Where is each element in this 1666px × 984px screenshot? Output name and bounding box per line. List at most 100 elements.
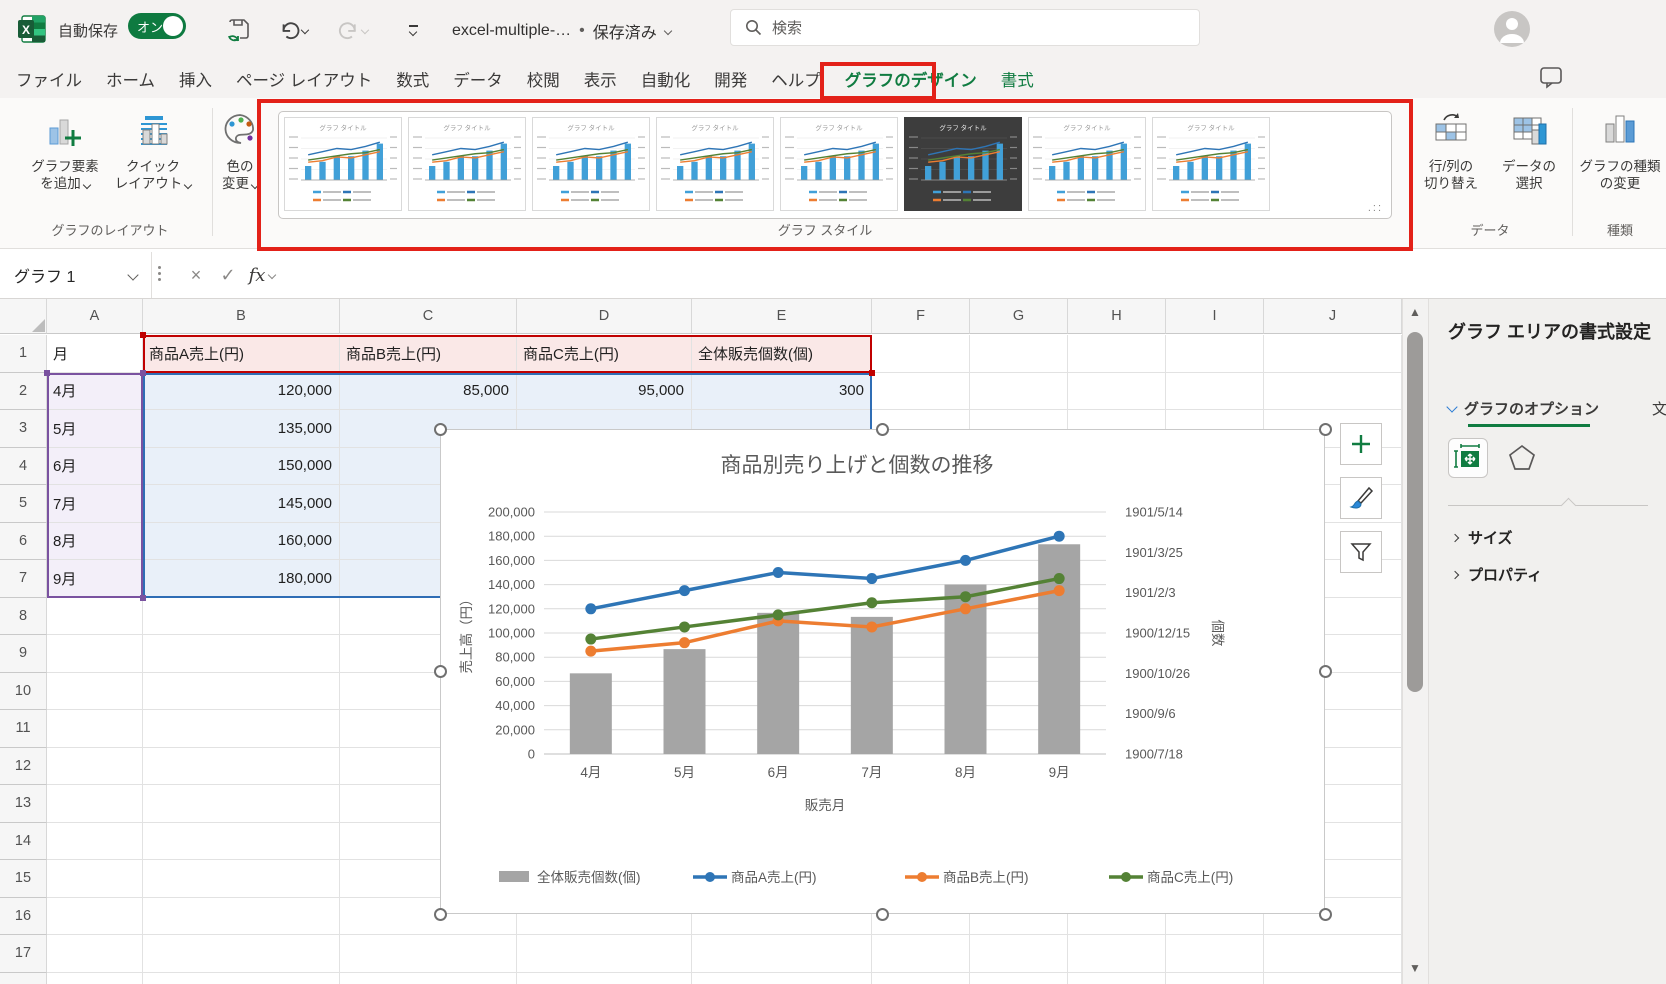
cell-F17[interactable] xyxy=(872,935,970,973)
tab-ribbon-3[interactable]: ページ レイアウト xyxy=(236,67,372,91)
gallery-more-handle[interactable]: .:: xyxy=(1368,202,1383,214)
cell-J2[interactable] xyxy=(1264,373,1402,411)
chart-styles-button[interactable] xyxy=(1340,477,1382,519)
column-header-G[interactable]: G xyxy=(970,299,1068,334)
cell-B13[interactable] xyxy=(143,785,340,823)
cell-I17[interactable] xyxy=(1166,935,1264,973)
fill-line-icon[interactable] xyxy=(1448,438,1488,478)
tab-chart-options[interactable]: グラフのオプション xyxy=(1448,398,1599,419)
tab-ribbon-8[interactable]: 自動化 xyxy=(641,67,691,91)
cell-A4[interactable]: 6月 xyxy=(47,448,143,486)
tab-ribbon-0[interactable]: ファイル xyxy=(16,67,82,91)
cell-B10[interactable] xyxy=(143,673,340,711)
column-header-C[interactable]: C xyxy=(340,299,517,334)
row-header-14[interactable]: 14 xyxy=(0,823,47,861)
cell-A12[interactable] xyxy=(47,748,143,786)
cell-F18[interactable] xyxy=(872,973,970,984)
column-header-D[interactable]: D xyxy=(517,299,692,334)
cell-B9[interactable] xyxy=(143,635,340,673)
section-properties[interactable]: プロパティ xyxy=(1452,564,1542,585)
cell-G2[interactable] xyxy=(970,373,1068,411)
customize-qat-icon[interactable] xyxy=(398,15,428,45)
cell-A5[interactable]: 7月 xyxy=(47,485,143,523)
cell-B8[interactable] xyxy=(143,598,340,636)
select-data-button[interactable]: データの 選択 xyxy=(1492,108,1566,192)
chart-style-thumb-6[interactable]: グラフ タイトル xyxy=(904,117,1022,211)
tab-chart-design[interactable]: グラフのデザイン xyxy=(845,67,977,91)
row-header-6[interactable]: 6 xyxy=(0,523,47,561)
cell-J18[interactable] xyxy=(1264,973,1402,984)
quick-layout-button[interactable]: クイック レイアウト xyxy=(110,108,196,192)
tab-ribbon-7[interactable]: 表示 xyxy=(584,67,617,91)
workbook-title[interactable]: excel-multiple-… • 保存済み xyxy=(452,19,671,43)
cell-C1[interactable]: 商品B売上(円) xyxy=(340,335,517,373)
tab-text-options-partial[interactable]: 文 xyxy=(1652,398,1666,419)
cell-B5[interactable]: 145,000 xyxy=(143,485,340,523)
enter-button[interactable]: ✓ xyxy=(212,259,244,291)
row-header-7[interactable]: 7 xyxy=(0,560,47,598)
column-header-J[interactable]: J xyxy=(1264,299,1402,334)
cell-J1[interactable] xyxy=(1264,335,1402,373)
name-box[interactable]: グラフ 1 xyxy=(0,252,152,298)
change-colors-button[interactable]: 色の 変更 xyxy=(200,108,280,192)
save-icon[interactable] xyxy=(224,15,254,45)
row-header-15[interactable]: 15 xyxy=(0,860,47,898)
cell-B16[interactable] xyxy=(143,898,340,936)
cell-G18[interactable] xyxy=(970,973,1068,984)
row-header-13[interactable]: 13 xyxy=(0,785,47,823)
undo-button[interactable] xyxy=(278,15,308,45)
cell-B2[interactable]: 120,000 xyxy=(143,373,340,411)
cell-I1[interactable] xyxy=(1166,335,1264,373)
cell-E2[interactable]: 300 xyxy=(692,373,872,411)
cell-B4[interactable]: 150,000 xyxy=(143,448,340,486)
tab-ribbon-9[interactable]: 開発 xyxy=(714,67,747,91)
cell-F2[interactable] xyxy=(872,373,970,411)
cell-E17[interactable] xyxy=(692,935,872,973)
chart-style-thumb-5[interactable]: グラフ タイトル xyxy=(780,117,898,211)
effects-icon[interactable] xyxy=(1502,438,1542,478)
cell-B18[interactable] xyxy=(143,973,340,984)
cell-B6[interactable]: 160,000 xyxy=(143,523,340,561)
chart-elements-button[interactable] xyxy=(1340,423,1382,465)
chart-style-thumb-3[interactable]: グラフ タイトル xyxy=(532,117,650,211)
tab-ribbon-6[interactable]: 校閲 xyxy=(527,67,560,91)
tab-format[interactable]: 書式 xyxy=(1001,67,1034,91)
row-header-11[interactable]: 11 xyxy=(0,710,47,748)
change-chart-type-button[interactable]: グラフの種類 の変更 xyxy=(1576,108,1664,192)
cell-A3[interactable]: 5月 xyxy=(47,410,143,448)
cell-B12[interactable] xyxy=(143,748,340,786)
row-header-17[interactable]: 17 xyxy=(0,935,47,973)
row-header-4[interactable]: 4 xyxy=(0,448,47,486)
cell-G1[interactable] xyxy=(970,335,1068,373)
comment-icon[interactable] xyxy=(1538,64,1568,94)
cell-A9[interactable] xyxy=(47,635,143,673)
chart-style-thumb-7[interactable]: グラフ タイトル xyxy=(1028,117,1146,211)
cell-C17[interactable] xyxy=(340,935,517,973)
cell-B11[interactable] xyxy=(143,710,340,748)
cell-H17[interactable] xyxy=(1068,935,1166,973)
cell-B15[interactable] xyxy=(143,860,340,898)
insert-function-button[interactable]: fx xyxy=(246,259,278,291)
cell-D2[interactable]: 95,000 xyxy=(517,373,692,411)
switch-row-column-button[interactable]: 行/列の 切り替え xyxy=(1414,108,1488,192)
cell-E18[interactable] xyxy=(692,973,872,984)
cell-D17[interactable] xyxy=(517,935,692,973)
account-avatar[interactable] xyxy=(1494,11,1530,47)
chart-style-thumb-1[interactable]: グラフ タイトル xyxy=(284,117,402,211)
chart-style-thumb-2[interactable]: グラフ タイトル xyxy=(408,117,526,211)
cell-F1[interactable] xyxy=(872,335,970,373)
formula-bar-drag-handle[interactable] xyxy=(158,266,161,281)
cell-B17[interactable] xyxy=(143,935,340,973)
formula-input[interactable] xyxy=(305,252,1666,298)
cell-I18[interactable] xyxy=(1166,973,1264,984)
column-header-E[interactable]: E xyxy=(692,299,872,334)
cell-A18[interactable] xyxy=(47,973,143,984)
cell-H18[interactable] xyxy=(1068,973,1166,984)
tab-ribbon-1[interactable]: ホーム xyxy=(106,67,155,91)
row-header-18[interactable]: 18 xyxy=(0,973,47,984)
cell-A15[interactable] xyxy=(47,860,143,898)
cell-A1[interactable]: 月 xyxy=(47,335,143,373)
row-header-10[interactable]: 10 xyxy=(0,673,47,711)
cell-B7[interactable]: 180,000 xyxy=(143,560,340,598)
cell-A6[interactable]: 8月 xyxy=(47,523,143,561)
